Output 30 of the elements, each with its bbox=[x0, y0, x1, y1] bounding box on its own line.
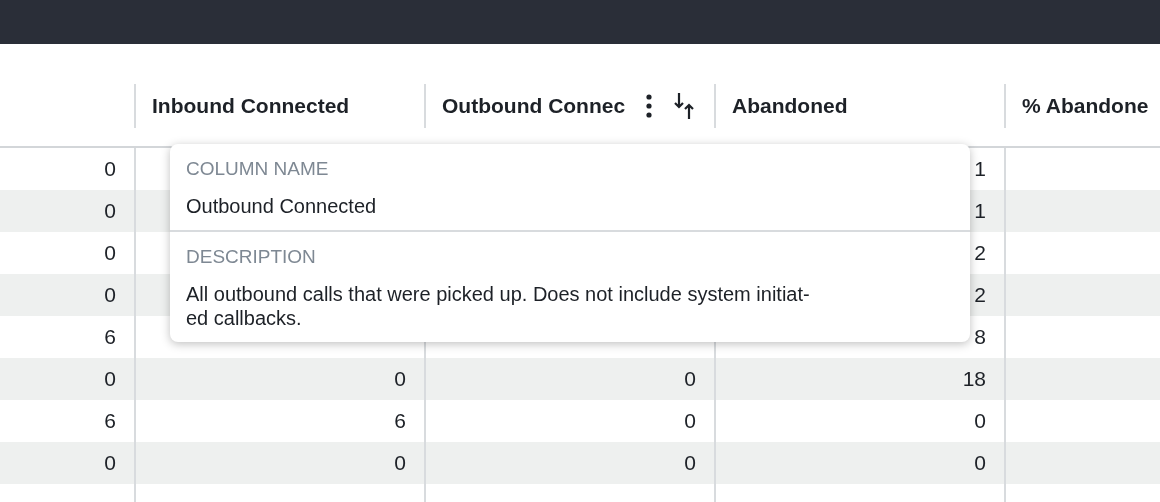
table-cell: 0 bbox=[684, 367, 696, 391]
table-cell: 0 bbox=[104, 199, 116, 223]
table-cell: 6 bbox=[104, 325, 116, 349]
table-cell: 2 bbox=[974, 241, 986, 265]
table-cell: 0 bbox=[684, 451, 696, 475]
table-cell: 2 bbox=[974, 283, 986, 307]
column-header[interactable]: Outbound Connec bbox=[442, 94, 626, 118]
column-header[interactable]: Abandoned bbox=[732, 94, 848, 118]
table-cell: 8 bbox=[974, 325, 986, 349]
column-description: All outbound calls that were picked up. Does not include system initiat- ed callbacks. bbox=[186, 282, 811, 330]
table-cell: 0 bbox=[684, 409, 696, 433]
section-heading: COLUMN NAME bbox=[186, 158, 330, 180]
table-cell: 0 bbox=[394, 451, 406, 475]
table-cell: 0 bbox=[104, 157, 116, 181]
table-cell: 0 bbox=[104, 283, 116, 307]
table-cell: 0 bbox=[974, 409, 986, 433]
column-name: Outbound Connected bbox=[186, 194, 378, 218]
table-cell: 6 bbox=[104, 409, 116, 433]
table-cell: 0 bbox=[104, 241, 116, 265]
table-cell: 0 bbox=[394, 367, 406, 391]
table-cell: 6 bbox=[394, 409, 406, 433]
table-cell: 1 bbox=[974, 199, 986, 223]
table-cell: 18 bbox=[962, 367, 986, 391]
table-cell: 0 bbox=[974, 451, 986, 475]
column-header[interactable]: Inbound Connected bbox=[152, 94, 350, 118]
column-header[interactable]: % Abandone bbox=[1022, 94, 1149, 118]
table-cell: 1 bbox=[974, 157, 986, 181]
table-cell: 0 bbox=[104, 367, 116, 391]
section-heading: DESCRIPTION bbox=[186, 246, 317, 268]
table-cell: 0 bbox=[104, 451, 116, 475]
